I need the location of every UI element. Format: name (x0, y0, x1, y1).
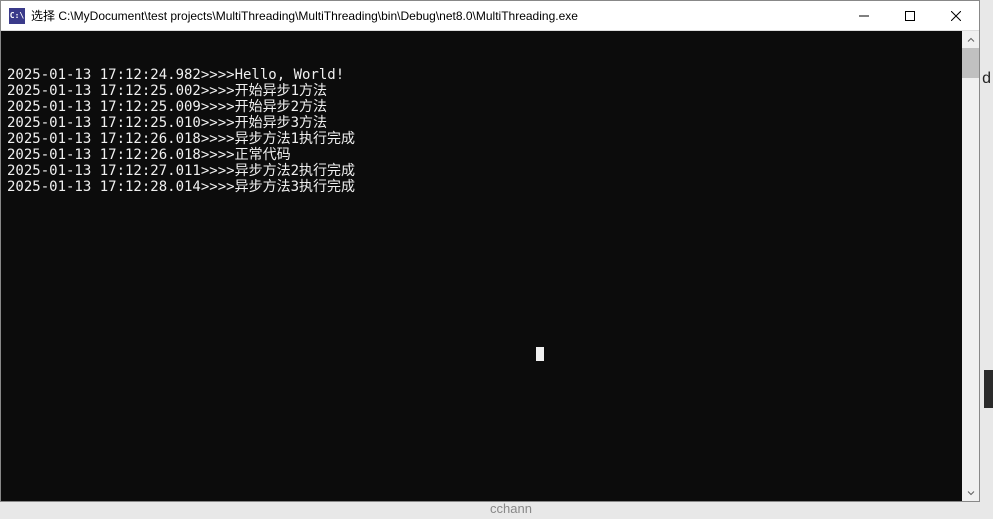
console-line: 2025-01-13 17:12:25.002>>>>开始异步1方法 (7, 83, 956, 99)
scroll-thumb[interactable] (962, 48, 979, 78)
minimize-icon (859, 11, 869, 21)
text-cursor (536, 347, 544, 361)
background-text-fragment: d (982, 70, 991, 88)
console-line: 2025-01-13 17:12:27.011>>>>异步方法2执行完成 (7, 163, 956, 179)
console-line: 2025-01-13 17:12:25.010>>>>开始异步3方法 (7, 115, 956, 131)
window-controls (841, 1, 979, 30)
console-output[interactable]: 2025-01-13 17:12:24.982>>>>Hello, World!… (1, 31, 962, 501)
close-icon (951, 11, 961, 21)
chevron-up-icon (967, 36, 975, 44)
app-icon: C:\ (9, 8, 25, 24)
console-line: 2025-01-13 17:12:26.018>>>>正常代码 (7, 147, 956, 163)
console-line: 2025-01-13 17:12:28.014>>>>异步方法3执行完成 (7, 179, 956, 195)
minimize-button[interactable] (841, 1, 887, 30)
console-line: 2025-01-13 17:12:24.982>>>>Hello, World! (7, 67, 956, 83)
console-area: 2025-01-13 17:12:24.982>>>>Hello, World!… (1, 31, 979, 501)
maximize-icon (905, 11, 915, 21)
close-button[interactable] (933, 1, 979, 30)
console-line: 2025-01-13 17:12:25.009>>>>开始异步2方法 (7, 99, 956, 115)
scroll-down-button[interactable] (962, 484, 979, 501)
scroll-track[interactable] (962, 48, 979, 484)
scroll-up-button[interactable] (962, 31, 979, 48)
maximize-button[interactable] (887, 1, 933, 30)
background-bottom-text: cchann (490, 501, 532, 516)
window-title: 选择 C:\MyDocument\test projects\MultiThre… (31, 7, 841, 24)
background-dark-fragment (984, 370, 993, 408)
chevron-down-icon (967, 489, 975, 497)
titlebar[interactable]: C:\ 选择 C:\MyDocument\test projects\Multi… (1, 1, 979, 31)
console-window: C:\ 选择 C:\MyDocument\test projects\Multi… (0, 0, 980, 502)
vertical-scrollbar[interactable] (962, 31, 979, 501)
console-line: 2025-01-13 17:12:26.018>>>>异步方法1执行完成 (7, 131, 956, 147)
